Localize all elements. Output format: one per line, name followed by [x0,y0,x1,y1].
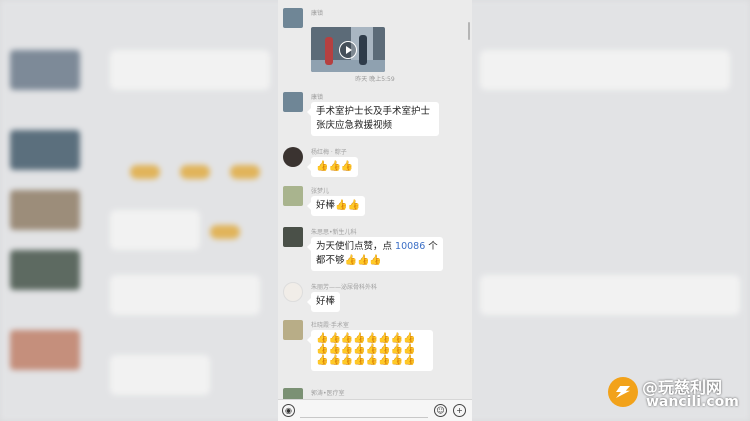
message-bubble: 好棒 [306,292,341,312]
watermark-domain: wancili.com [646,394,739,410]
voice-icon[interactable]: ◉ [282,404,295,417]
message: 朱思思•新生儿科 为天使们点赞，点 10086 个都不够👍👍👍 [283,227,468,275]
message: 杨红梅 · 粽子 👍👍👍 [283,147,468,181]
thumbs-up-emoji: 👍👍👍👍👍👍👍👍👍👍👍👍👍👍👍👍👍👍👍👍👍👍👍👍 [316,333,416,366]
scrollbar[interactable] [468,22,470,40]
sender-name: 朱思思•新生儿科 [311,229,357,236]
avatar[interactable] [283,8,303,28]
thumbs-up-emoji: 👍👍👍 [316,161,354,172]
time-divider: 昨天 晚上5:59 [355,76,395,83]
message: 康镇 手术室护士长及手术室护士张庆应急救援视频 [283,92,468,138]
message-bubble: 👍👍👍👍👍👍👍👍👍👍👍👍👍👍👍👍👍👍👍👍👍👍👍👍 [307,330,433,371]
message: 杜晓霞·手术室 👍👍👍👍👍👍👍👍👍👍👍👍👍👍👍👍👍👍👍👍👍👍👍👍 [283,320,468,382]
message-video: 康镇 [283,8,468,72]
message-text: 好棒 [316,200,336,211]
sender-name: 杜晓霞·手术室 [311,322,349,329]
avatar[interactable] [283,92,303,112]
message-text: 为天使们点赞，点 [316,241,396,252]
sender-name: 杨红梅 · 粽子 [311,149,347,156]
avatar[interactable] [283,227,303,247]
message-bubble: 为天使们点赞，点 10086 个都不够👍👍👍 [307,237,443,271]
message-input[interactable] [300,404,428,418]
sender-name: 张梦儿 [311,188,330,195]
message-bubble: 手术室护士长及手术室护士张庆应急救援视频 [307,102,439,136]
thumbs-up-emoji: 👍👍 [335,200,360,211]
message: 朱丽芳——泌尿骨科外科 好棒 [283,282,468,316]
input-bar: ◉ ☺ + [278,399,472,421]
phone-number-link[interactable]: 10086 [395,241,425,252]
sender-name: 康镇 [311,94,324,101]
sender-name: 康镇 [311,10,324,17]
emoji-icon[interactable]: ☺ [434,404,447,417]
message: 张梦儿 好棒👍👍 [283,186,468,220]
video-thumbnail[interactable] [311,27,385,72]
sender-name: 郭涛•医疗室 [311,390,345,397]
avatar[interactable] [283,186,303,206]
avatar[interactable] [283,282,303,302]
message-bubble: 👍👍👍 [306,157,359,177]
avatar[interactable] [283,320,303,340]
brand-logo-icon [608,377,638,407]
chat-panel: 康镇 昨天 晚上5:59 康镇 手术室护士长及手术室护士张庆应急救援视频 杨红梅… [278,0,472,421]
plus-icon[interactable]: + [453,404,466,417]
play-icon[interactable] [339,41,357,59]
message-bubble: 好棒👍👍 [307,196,365,216]
watermark: @玩慈利网 wancili.com [608,371,744,415]
sender-name: 朱丽芳——泌尿骨科外科 [311,284,378,291]
avatar[interactable] [283,147,303,167]
thumbs-up-emoji: 👍👍👍 [344,255,382,266]
